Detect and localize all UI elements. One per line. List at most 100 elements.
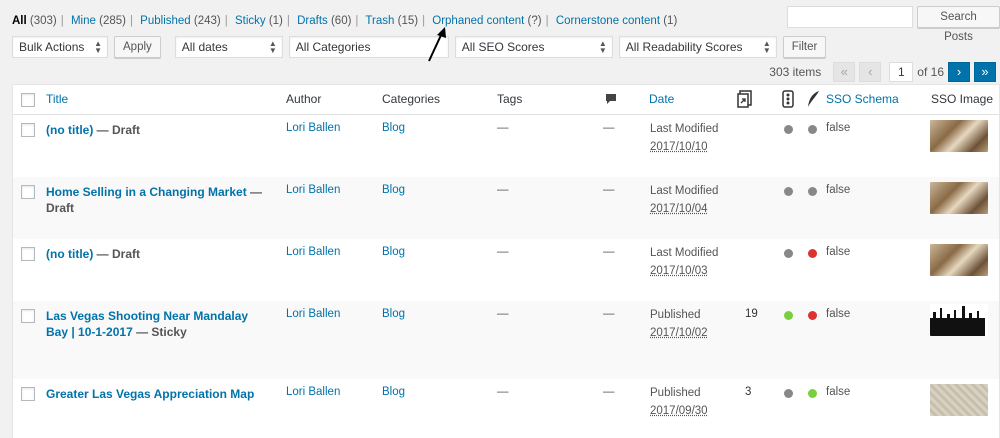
column-sso-image: SSO Image [931, 92, 993, 106]
last-page-button[interactable]: » [974, 62, 996, 82]
post-tags: — [497, 184, 509, 196]
post-comments: — [603, 184, 615, 196]
post-title[interactable]: Home Selling in a Changing Market — Draf… [46, 184, 266, 216]
search-posts-button[interactable]: Search Posts [917, 6, 1000, 28]
next-page-button[interactable]: › [948, 62, 970, 82]
seo-scores-select[interactable]: All SEO Scores ▲ ▼ [455, 36, 613, 58]
post-author[interactable]: Lori Ballen [286, 386, 340, 398]
post-category[interactable]: Blog [382, 184, 405, 196]
view-cornerstone[interactable]: Cornerstone content (1) [556, 15, 677, 27]
post-title[interactable]: Las Vegas Shooting Near Mandalay Bay | 1… [46, 308, 266, 340]
search-input[interactable] [787, 6, 913, 28]
dates-select[interactable]: All dates ▲ ▼ [175, 36, 283, 58]
post-category[interactable]: Blog [382, 386, 405, 398]
view-mine[interactable]: Mine (285) [71, 15, 126, 27]
items-count: 303 items [769, 65, 821, 79]
seo-score-dot [784, 187, 793, 196]
row-checkbox[interactable] [21, 185, 35, 199]
apply-button[interactable]: Apply [114, 36, 161, 58]
seo-score-dot [784, 125, 793, 134]
post-status-filter: All (303) | Mine (285) | Published (243) | … [12, 15, 677, 27]
sso-image-thumbnail [930, 304, 988, 336]
table-row: Las Vegas Shooting Near Mandalay Bay | 1… [13, 301, 999, 379]
view-sticky[interactable]: Sticky (1) [235, 15, 283, 27]
seo-score-dot [784, 249, 793, 258]
view-drafts[interactable]: Drafts (60) [297, 15, 351, 27]
post-author[interactable]: Lori Ballen [286, 246, 340, 258]
row-checkbox[interactable] [21, 309, 35, 323]
post-author[interactable]: Lori Ballen [286, 308, 340, 320]
filter-button[interactable]: Filter [783, 36, 827, 58]
post-link-count: 19 [745, 308, 758, 320]
internal-links-icon [737, 90, 753, 108]
view-trash[interactable]: Trash (15) [365, 15, 418, 27]
post-date: Published 2017/10/02 [650, 306, 708, 342]
post-date: Last Modified 2017/10/10 [650, 120, 718, 156]
table-row: Home Selling in a Changing Market — Draf… [13, 177, 999, 239]
post-title[interactable]: (no title) — Draft [46, 122, 266, 138]
view-all[interactable]: All (303) [12, 15, 57, 27]
post-title[interactable]: Greater Las Vegas Appreciation Map [46, 386, 266, 402]
post-category[interactable]: Blog [382, 308, 405, 320]
select-arrows-icon: ▲ ▼ [599, 40, 607, 54]
row-checkbox[interactable] [21, 247, 35, 261]
post-comments: — [603, 308, 615, 320]
prev-page-button[interactable]: ‹ [859, 62, 881, 82]
comments-icon [605, 93, 617, 105]
post-date: Last Modified 2017/10/03 [650, 244, 718, 280]
view-orphaned[interactable]: Orphaned content (?) [432, 15, 541, 27]
post-author[interactable]: Lori Ballen [286, 184, 340, 196]
sso-schema-value: false [826, 122, 850, 134]
post-tags: — [497, 246, 509, 258]
post-comments: — [603, 246, 615, 258]
current-page-input[interactable]: 1 [889, 62, 913, 82]
select-arrows-icon: ▲ ▼ [269, 40, 277, 54]
post-tags: — [497, 308, 509, 320]
select-arrows-icon: ▲ ▼ [763, 40, 771, 54]
readability-score-dot [808, 249, 817, 258]
row-checkbox[interactable] [21, 387, 35, 401]
sso-schema-value: false [826, 184, 850, 196]
readability-score-icon [806, 90, 820, 108]
column-date[interactable]: Date [649, 92, 674, 106]
sso-image-thumbnail [930, 384, 988, 416]
sso-schema-value: false [826, 386, 850, 398]
readability-score-dot [808, 389, 817, 398]
sso-image-thumbnail [930, 120, 988, 152]
readability-score-dot [808, 125, 817, 134]
sso-schema-value: false [826, 308, 850, 320]
post-comments: — [603, 386, 615, 398]
seo-score-icon [782, 90, 794, 108]
column-categories: Categories [382, 92, 440, 106]
column-author: Author [286, 92, 321, 106]
sso-image-thumbnail [930, 244, 988, 276]
post-category[interactable]: Blog [382, 246, 405, 258]
first-page-button[interactable]: « [833, 62, 855, 82]
select-arrows-icon: ▲ ▼ [94, 40, 102, 54]
posts-table: Title Author Categories Tags Date SSO Sc… [12, 84, 1000, 438]
bulk-actions-select[interactable]: Bulk Actions ▲ ▼ [12, 36, 108, 58]
row-checkbox[interactable] [21, 123, 35, 137]
search-box: Search Posts [787, 6, 1000, 28]
post-category[interactable]: Blog [382, 122, 405, 134]
tablenav-top: Bulk Actions ▲ ▼ Apply All dates ▲ ▼ All Cat… [12, 35, 826, 59]
view-published[interactable]: Published (243) [140, 15, 221, 27]
column-sso-schema[interactable]: SSO Schema [826, 92, 899, 106]
seo-score-dot [784, 311, 793, 320]
table-row: (no title) — Draft Lori Ballen Blog — — … [13, 239, 999, 301]
post-author[interactable]: Lori Ballen [286, 122, 340, 134]
total-pages: of 16 [917, 65, 944, 79]
readability-score-dot [808, 187, 817, 196]
table-row: Greater Las Vegas Appreciation Map Lori … [13, 379, 999, 438]
post-tags: — [497, 386, 509, 398]
post-date: Last Modified 2017/10/04 [650, 182, 718, 218]
readability-scores-select[interactable]: All Readability Scores ▲ ▼ [619, 36, 777, 58]
annotation-arrow-icon [425, 27, 449, 63]
post-link-count: 3 [745, 386, 751, 398]
post-comments: — [603, 122, 615, 134]
select-all-checkbox[interactable] [21, 93, 35, 107]
table-header: Title Author Categories Tags Date SSO Sc… [13, 85, 999, 115]
post-title[interactable]: (no title) — Draft [46, 246, 266, 262]
column-title[interactable]: Title [46, 92, 68, 106]
sso-schema-value: false [826, 246, 850, 258]
